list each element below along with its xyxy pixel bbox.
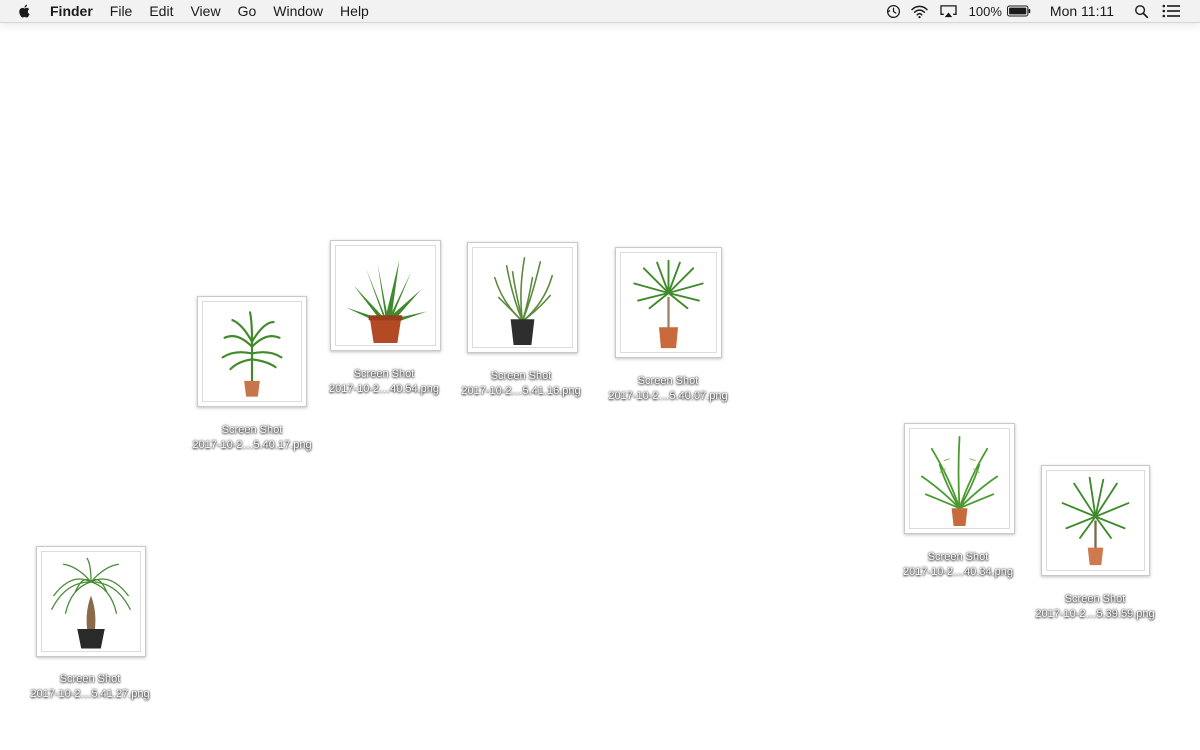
battery-icon[interactable] (1006, 0, 1031, 22)
file-name-line2: 2017-10-2…40.34.png (902, 566, 1014, 578)
file-thumbnail[interactable] (1041, 465, 1150, 576)
file-name-line1: Screen Shot (59, 673, 121, 685)
menu-help[interactable]: Help (340, 0, 369, 22)
plant-image (51, 557, 131, 649)
plant-pot (1087, 547, 1104, 566)
file-name-line2: 2017-10-2…5.40.17.png (192, 439, 312, 451)
file-thumbnail[interactable] (615, 247, 722, 358)
apple-icon[interactable] (17, 2, 35, 20)
plant-pot (244, 380, 260, 397)
file-thumbnail[interactable] (904, 423, 1015, 534)
plant-pot (951, 508, 968, 527)
battery-percentage: 100% (968, 3, 1002, 19)
plant-image (1061, 476, 1130, 566)
menu-edit[interactable]: Edit (149, 0, 173, 22)
plant-image (345, 259, 428, 344)
plant-pot (659, 327, 678, 349)
menu-window[interactable]: Window (273, 0, 323, 22)
notification-center-icon[interactable] (1162, 0, 1180, 22)
plant-image (493, 257, 553, 346)
plant-pot (369, 317, 402, 344)
menu-bar: Finder File Edit View Go Window Help 100… (0, 0, 1200, 23)
file-thumbnail[interactable] (330, 240, 441, 351)
spotlight-search-icon[interactable] (1134, 0, 1149, 22)
file-name-line1: Screen Shot (927, 551, 989, 563)
wifi-icon[interactable] (910, 0, 929, 22)
plant-image (920, 436, 999, 527)
menu-finder[interactable]: Finder (50, 0, 93, 22)
file-thumbnail[interactable] (467, 242, 578, 353)
plant-image (633, 259, 704, 349)
menu-go[interactable]: Go (238, 0, 257, 22)
file-thumbnail[interactable] (36, 546, 146, 657)
plant-image (221, 311, 283, 397)
file-name-line1: Screen Shot (221, 424, 283, 436)
file-name-line2: 2017-10-2…5.39.59.png (1035, 608, 1155, 620)
menu-view[interactable]: View (190, 0, 220, 22)
plant-pot (510, 319, 535, 346)
file-thumbnail[interactable] (197, 296, 307, 407)
file-name-line1: Screen Shot (1064, 593, 1126, 605)
file-name-line2: 2017-10-2…5.40.07.png (608, 390, 728, 402)
menu-clock[interactable]: Mon 11:11 (1050, 3, 1114, 19)
file-name-line2: 2017-10-2…5.41.27.png (30, 688, 150, 700)
plant-pot (77, 628, 105, 649)
airplay-icon[interactable] (939, 0, 958, 22)
file-name-line1: Screen Shot (637, 375, 699, 387)
time-machine-icon[interactable] (886, 0, 901, 22)
menu-file[interactable]: File (110, 0, 133, 22)
